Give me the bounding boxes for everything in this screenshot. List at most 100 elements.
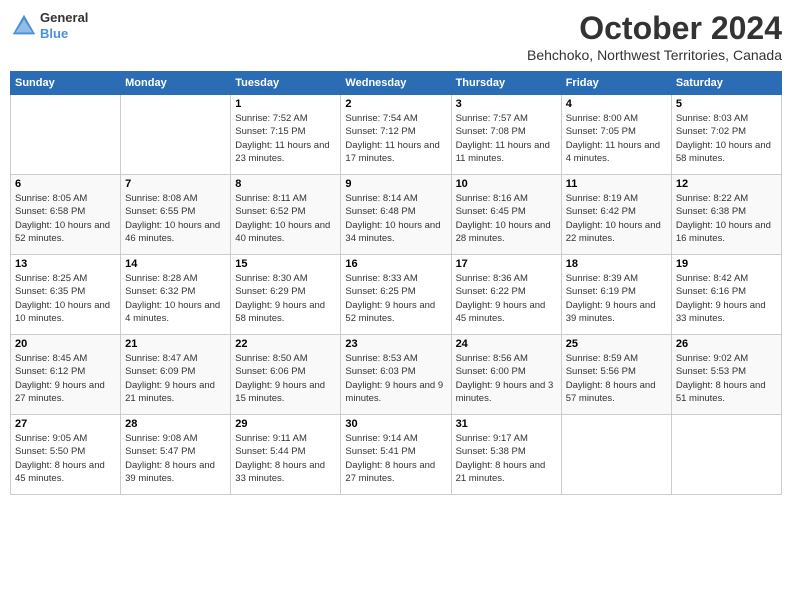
calendar-week-row: 1Sunrise: 7:52 AM Sunset: 7:15 PM Daylig… bbox=[11, 95, 782, 175]
weekday-header: Friday bbox=[561, 72, 671, 95]
calendar-cell bbox=[121, 95, 231, 175]
calendar-cell: 3 Sunrise: 7:57 AM Sunset: 7:08 PM Daylig… bbox=[451, 95, 561, 175]
day-number: 17 bbox=[456, 258, 557, 270]
day-info: Sunrise: 8:16 AM Sunset: 6:45 PM Dayligh… bbox=[456, 192, 557, 245]
day-info: Sunrise: 8:22 AM Sunset: 6:38 PM Dayligh… bbox=[676, 192, 777, 245]
day-number: 4 bbox=[566, 98, 667, 110]
weekday-header: Wednesday bbox=[341, 72, 451, 95]
day-number: 30 bbox=[345, 418, 446, 430]
day-info: Sunrise: 9:17 AM Sunset: 5:38 PM Dayligh… bbox=[456, 432, 557, 485]
calendar-cell: 28Sunrise: 9:08 AM Sunset: 5:47 PM Dayli… bbox=[121, 415, 231, 495]
calendar-table: SundayMondayTuesdayWednesdayThursdayFrid… bbox=[10, 71, 782, 495]
day-number: 9 bbox=[345, 178, 446, 190]
day-info: Sunrise: 8:28 AM Sunset: 6:32 PM Dayligh… bbox=[125, 272, 226, 325]
day-info: Sunrise: 8:30 AM Sunset: 6:29 PM Dayligh… bbox=[235, 272, 336, 325]
weekday-header: Thursday bbox=[451, 72, 561, 95]
day-info: Sunrise: 9:14 AM Sunset: 5:41 PM Dayligh… bbox=[345, 432, 446, 485]
calendar-cell: 18 Sunrise: 8:39 AM Sunset: 6:19 PM Dayli… bbox=[561, 255, 671, 335]
calendar-cell: 12 Sunrise: 8:22 AM Sunset: 6:38 PM Dayli… bbox=[671, 175, 781, 255]
day-info: Sunrise: 9:11 AM Sunset: 5:44 PM Dayligh… bbox=[235, 432, 336, 485]
location: Behchoko, Northwest Territories, Canada bbox=[527, 47, 782, 63]
day-number: 31 bbox=[456, 418, 557, 430]
day-number: 25 bbox=[566, 338, 667, 350]
day-info: Sunrise: 7:54 AM Sunset: 7:12 PM Dayligh… bbox=[345, 112, 446, 165]
day-info: Sunrise: 8:56 AM Sunset: 6:00 PM Dayligh… bbox=[456, 352, 557, 405]
calendar-cell bbox=[561, 415, 671, 495]
day-info: Sunrise: 8:11 AM Sunset: 6:52 PM Dayligh… bbox=[235, 192, 336, 245]
day-info: Sunrise: 9:08 AM Sunset: 5:47 PM Dayligh… bbox=[125, 432, 226, 485]
calendar-cell: 23 Sunrise: 8:53 AM Sunset: 6:03 PM Dayli… bbox=[341, 335, 451, 415]
calendar-week-row: 27Sunrise: 9:05 AM Sunset: 5:50 PM Dayli… bbox=[11, 415, 782, 495]
title-section: October 2024 Behchoko, Northwest Territo… bbox=[527, 10, 782, 63]
day-info: Sunrise: 8:33 AM Sunset: 6:25 PM Dayligh… bbox=[345, 272, 446, 325]
calendar-cell: 29 Sunrise: 9:11 AM Sunset: 5:44 PM Dayli… bbox=[231, 415, 341, 495]
calendar-cell: 27Sunrise: 9:05 AM Sunset: 5:50 PM Dayli… bbox=[11, 415, 121, 495]
calendar-cell: 9 Sunrise: 8:14 AM Sunset: 6:48 PM Daylig… bbox=[341, 175, 451, 255]
logo-line2: Blue bbox=[40, 26, 88, 42]
calendar-cell: 30 Sunrise: 9:14 AM Sunset: 5:41 PM Dayli… bbox=[341, 415, 451, 495]
calendar-cell: 26 Sunrise: 9:02 AM Sunset: 5:53 PM Dayli… bbox=[671, 335, 781, 415]
weekday-header: Saturday bbox=[671, 72, 781, 95]
day-number: 14 bbox=[125, 258, 226, 270]
day-number: 18 bbox=[566, 258, 667, 270]
day-number: 29 bbox=[235, 418, 336, 430]
weekday-header-row: SundayMondayTuesdayWednesdayThursdayFrid… bbox=[11, 72, 782, 95]
calendar-cell: 2 Sunrise: 7:54 AM Sunset: 7:12 PM Daylig… bbox=[341, 95, 451, 175]
calendar-cell: 31 Sunrise: 9:17 AM Sunset: 5:38 PM Dayli… bbox=[451, 415, 561, 495]
calendar-cell: 17 Sunrise: 8:36 AM Sunset: 6:22 PM Dayli… bbox=[451, 255, 561, 335]
day-info: Sunrise: 7:52 AM Sunset: 7:15 PM Dayligh… bbox=[235, 112, 336, 165]
calendar-cell: 4 Sunrise: 8:00 AM Sunset: 7:05 PM Daylig… bbox=[561, 95, 671, 175]
day-number: 16 bbox=[345, 258, 446, 270]
day-number: 13 bbox=[15, 258, 116, 270]
calendar-cell: 1Sunrise: 7:52 AM Sunset: 7:15 PM Daylig… bbox=[231, 95, 341, 175]
day-info: Sunrise: 8:50 AM Sunset: 6:06 PM Dayligh… bbox=[235, 352, 336, 405]
day-number: 23 bbox=[345, 338, 446, 350]
page-header: General Blue October 2024 Behchoko, Nort… bbox=[10, 10, 782, 63]
calendar-cell: 14 Sunrise: 8:28 AM Sunset: 6:32 PM Dayli… bbox=[121, 255, 231, 335]
day-info: Sunrise: 8:00 AM Sunset: 7:05 PM Dayligh… bbox=[566, 112, 667, 165]
calendar-week-row: 13 Sunrise: 8:25 AM Sunset: 6:35 PM Dayli… bbox=[11, 255, 782, 335]
day-info: Sunrise: 8:25 AM Sunset: 6:35 PM Dayligh… bbox=[15, 272, 116, 325]
calendar-cell: 24 Sunrise: 8:56 AM Sunset: 6:00 PM Dayli… bbox=[451, 335, 561, 415]
calendar-cell bbox=[671, 415, 781, 495]
day-info: Sunrise: 8:53 AM Sunset: 6:03 PM Dayligh… bbox=[345, 352, 446, 405]
day-info: Sunrise: 8:08 AM Sunset: 6:55 PM Dayligh… bbox=[125, 192, 226, 245]
day-info: Sunrise: 8:59 AM Sunset: 5:56 PM Dayligh… bbox=[566, 352, 667, 405]
weekday-header: Sunday bbox=[11, 72, 121, 95]
day-number: 21 bbox=[125, 338, 226, 350]
day-number: 3 bbox=[456, 98, 557, 110]
day-number: 7 bbox=[125, 178, 226, 190]
day-number: 12 bbox=[676, 178, 777, 190]
day-number: 6 bbox=[15, 178, 116, 190]
day-number: 15 bbox=[235, 258, 336, 270]
month-title: October 2024 bbox=[527, 10, 782, 47]
day-info: Sunrise: 8:47 AM Sunset: 6:09 PM Dayligh… bbox=[125, 352, 226, 405]
day-info: Sunrise: 8:19 AM Sunset: 6:42 PM Dayligh… bbox=[566, 192, 667, 245]
day-info: Sunrise: 8:36 AM Sunset: 6:22 PM Dayligh… bbox=[456, 272, 557, 325]
day-number: 26 bbox=[676, 338, 777, 350]
day-info: Sunrise: 9:02 AM Sunset: 5:53 PM Dayligh… bbox=[676, 352, 777, 405]
calendar-cell: 20Sunrise: 8:45 AM Sunset: 6:12 PM Dayli… bbox=[11, 335, 121, 415]
day-number: 8 bbox=[235, 178, 336, 190]
calendar-week-row: 6 Sunrise: 8:05 AM Sunset: 6:58 PM Daylig… bbox=[11, 175, 782, 255]
day-info: Sunrise: 8:03 AM Sunset: 7:02 PM Dayligh… bbox=[676, 112, 777, 165]
calendar-cell: 22Sunrise: 8:50 AM Sunset: 6:06 PM Dayli… bbox=[231, 335, 341, 415]
day-number: 5 bbox=[676, 98, 777, 110]
day-number: 20 bbox=[15, 338, 116, 350]
calendar-cell: 19Sunrise: 8:42 AM Sunset: 6:16 PM Dayli… bbox=[671, 255, 781, 335]
calendar-cell: 8 Sunrise: 8:11 AM Sunset: 6:52 PM Daylig… bbox=[231, 175, 341, 255]
day-info: Sunrise: 8:05 AM Sunset: 6:58 PM Dayligh… bbox=[15, 192, 116, 245]
day-info: Sunrise: 7:57 AM Sunset: 7:08 PM Dayligh… bbox=[456, 112, 557, 165]
calendar-cell: 25 Sunrise: 8:59 AM Sunset: 5:56 PM Dayli… bbox=[561, 335, 671, 415]
calendar-cell: 7 Sunrise: 8:08 AM Sunset: 6:55 PM Daylig… bbox=[121, 175, 231, 255]
calendar-cell: 6 Sunrise: 8:05 AM Sunset: 6:58 PM Daylig… bbox=[11, 175, 121, 255]
calendar-cell: 11 Sunrise: 8:19 AM Sunset: 6:42 PM Dayli… bbox=[561, 175, 671, 255]
calendar-cell: 15 Sunrise: 8:30 AM Sunset: 6:29 PM Dayli… bbox=[231, 255, 341, 335]
day-number: 2 bbox=[345, 98, 446, 110]
day-number: 11 bbox=[566, 178, 667, 190]
weekday-header: Tuesday bbox=[231, 72, 341, 95]
day-info: Sunrise: 8:14 AM Sunset: 6:48 PM Dayligh… bbox=[345, 192, 446, 245]
day-info: Sunrise: 8:39 AM Sunset: 6:19 PM Dayligh… bbox=[566, 272, 667, 325]
day-number: 24 bbox=[456, 338, 557, 350]
calendar-cell: 16 Sunrise: 8:33 AM Sunset: 6:25 PM Dayli… bbox=[341, 255, 451, 335]
